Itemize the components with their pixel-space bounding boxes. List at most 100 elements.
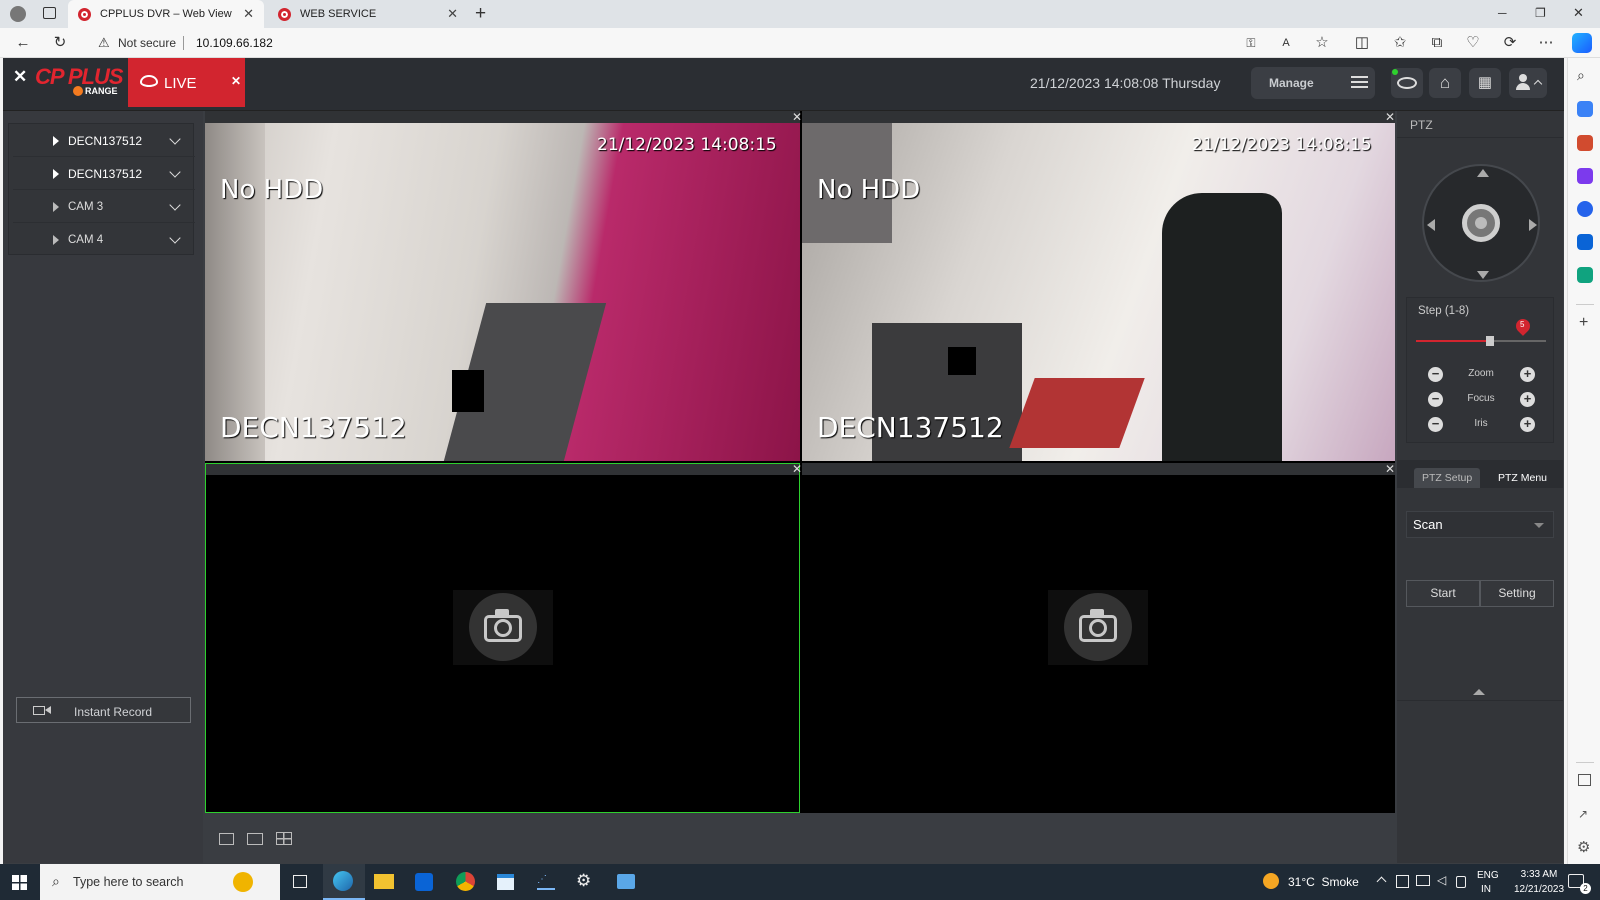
- live-tab[interactable]: LIVE ✕: [128, 58, 245, 107]
- expand-icon[interactable]: [53, 201, 59, 212]
- chevron-down-icon[interactable]: [169, 198, 181, 211]
- ptz-function-select[interactable]: Scan: [1406, 511, 1554, 538]
- manage-button[interactable]: Manage: [1251, 67, 1375, 99]
- volume-icon[interactable]: ◁: [1437, 873, 1446, 887]
- settings-gear-icon[interactable]: ⚙: [1577, 838, 1590, 856]
- close-pane-icon[interactable]: ✕: [792, 463, 802, 475]
- video-pane-4[interactable]: ✕: [802, 463, 1395, 813]
- office-icon[interactable]: [1577, 201, 1593, 217]
- tools-icon[interactable]: [1577, 135, 1593, 151]
- new-tab-icon[interactable]: +: [475, 3, 486, 25]
- video-pane-2[interactable]: ✕ 21/12/2023 14:08:15 No HDD DECN137512: [802, 111, 1395, 461]
- clock-date[interactable]: 12/21/2023: [1507, 884, 1571, 895]
- fullscreen-icon[interactable]: [219, 833, 234, 845]
- copilot-icon[interactable]: [1572, 33, 1592, 53]
- ptz-up-icon[interactable]: [1477, 169, 1489, 177]
- browser-essentials-icon[interactable]: ♡: [1464, 34, 1482, 52]
- tray-chevron-icon[interactable]: [1376, 876, 1387, 887]
- back-icon[interactable]: ←: [14, 34, 32, 52]
- single-view-icon[interactable]: [247, 833, 263, 845]
- setting-button[interactable]: Setting: [1480, 580, 1554, 607]
- external-link-icon[interactable]: ↗: [1578, 807, 1588, 821]
- ptz-left-icon[interactable]: [1427, 219, 1435, 231]
- ptz-down-icon[interactable]: [1477, 271, 1489, 279]
- expand-icon[interactable]: [53, 235, 59, 245]
- channel-item-2[interactable]: DECN137512: [13, 158, 195, 190]
- performance-icon[interactable]: ⟳: [1501, 34, 1519, 52]
- settings-taskbar-icon[interactable]: ⚙: [576, 871, 591, 891]
- expand-icon[interactable]: [53, 168, 59, 179]
- channel-item-4[interactable]: CAM 4: [13, 224, 195, 256]
- add-icon[interactable]: +: [1579, 314, 1588, 332]
- sidebar-toggle-icon[interactable]: [1578, 774, 1591, 786]
- chevron-down-icon[interactable]: [169, 165, 181, 178]
- security-label[interactable]: Not secure: [118, 36, 176, 50]
- clock-time[interactable]: 3:33 AM: [1510, 869, 1568, 880]
- close-pane-icon[interactable]: ✕: [792, 111, 802, 123]
- preview-eye-button[interactable]: [1391, 68, 1423, 98]
- tab-actions-icon[interactable]: [43, 7, 56, 19]
- tray-app-icon[interactable]: [1396, 875, 1409, 888]
- focus-in-button[interactable]: +: [1520, 392, 1535, 407]
- zoom-in-button[interactable]: +: [1520, 367, 1535, 382]
- minimize-icon[interactable]: ─: [1498, 6, 1507, 20]
- chevron-down-icon[interactable]: [169, 132, 181, 145]
- reload-icon[interactable]: ↻: [51, 34, 69, 52]
- start-button[interactable]: Start: [1406, 580, 1480, 607]
- app-window-icon[interactable]: [617, 874, 635, 889]
- video-pane-1[interactable]: ✕ 21/12/2023 14:08:15 No HDD DECN137512: [205, 111, 802, 461]
- tab-ptz-setup[interactable]: PTZ Setup: [1414, 468, 1481, 488]
- user-button[interactable]: [1509, 68, 1547, 98]
- shopping-icon[interactable]: [1577, 101, 1593, 117]
- url-field[interactable]: 10.109.66.182: [196, 36, 273, 50]
- channel-item-3[interactable]: CAM 3: [13, 191, 195, 223]
- split-screen-icon[interactable]: ◫: [1353, 34, 1371, 52]
- network-app-icon[interactable]: ⋰: [537, 874, 555, 890]
- tab-ptz-menu[interactable]: PTZ Menu: [1498, 472, 1547, 484]
- windows-start-icon[interactable]: [12, 875, 27, 890]
- chevron-down-icon[interactable]: [169, 232, 181, 244]
- games-icon[interactable]: [1577, 168, 1593, 184]
- home-button[interactable]: ⌂: [1429, 68, 1461, 98]
- tab-cpplus[interactable]: CPPLUS DVR – Web View ✕: [68, 0, 264, 28]
- tab-web-service[interactable]: WEB SERVICE ✕: [268, 0, 468, 28]
- language-bottom[interactable]: IN: [1481, 884, 1491, 895]
- search-icon[interactable]: ⌕: [1577, 67, 1593, 83]
- ptz-center-button[interactable]: [1462, 204, 1500, 242]
- store-icon[interactable]: [497, 874, 514, 890]
- send-icon[interactable]: [1577, 267, 1593, 283]
- close-tab-icon[interactable]: ✕: [243, 6, 254, 22]
- expand-icon[interactable]: [53, 135, 59, 146]
- network-icon[interactable]: [1416, 875, 1430, 886]
- outlook-taskbar-icon[interactable]: [415, 873, 433, 891]
- step-slider[interactable]: [1416, 336, 1546, 346]
- collections-icon[interactable]: ⧉: [1428, 34, 1446, 52]
- layout-button[interactable]: ▦: [1469, 68, 1501, 98]
- restore-icon[interactable]: ❐: [1535, 6, 1546, 20]
- ptz-joystick[interactable]: [1422, 164, 1540, 282]
- close-pane-icon[interactable]: ✕: [1385, 463, 1395, 475]
- close-live-icon[interactable]: ✕: [231, 74, 241, 88]
- close-window-icon[interactable]: ✕: [1573, 5, 1584, 21]
- file-explorer-icon[interactable]: [374, 874, 394, 889]
- favorites-icon[interactable]: ✩: [1391, 34, 1409, 52]
- video-pane-3[interactable]: ✕: [205, 463, 802, 813]
- profile-icon[interactable]: [10, 6, 26, 22]
- ptz-right-icon[interactable]: [1529, 219, 1537, 231]
- weather-text[interactable]: 31°C Smoke: [1288, 875, 1359, 889]
- channel-item-1[interactable]: DECN137512: [13, 125, 195, 157]
- taskbar-search[interactable]: ⌕ Type here to search: [40, 864, 280, 900]
- iris-open-button[interactable]: +: [1520, 417, 1535, 432]
- step-slider-thumb[interactable]: [1486, 336, 1495, 346]
- read-aloud-icon[interactable]: A: [1277, 34, 1295, 52]
- task-view-icon[interactable]: [293, 875, 307, 888]
- quad-view-icon[interactable]: [276, 832, 292, 845]
- close-tab-icon[interactable]: ✕: [447, 6, 458, 22]
- instant-record-button[interactable]: Instant Record: [16, 697, 191, 723]
- outlook-icon[interactable]: [1577, 234, 1593, 250]
- close-pane-icon[interactable]: ✕: [1385, 111, 1395, 123]
- battery-icon[interactable]: [1456, 876, 1466, 888]
- collapse-up-icon[interactable]: [1473, 689, 1485, 695]
- chrome-icon[interactable]: [456, 872, 475, 891]
- key-icon[interactable]: ⚿: [1242, 34, 1260, 52]
